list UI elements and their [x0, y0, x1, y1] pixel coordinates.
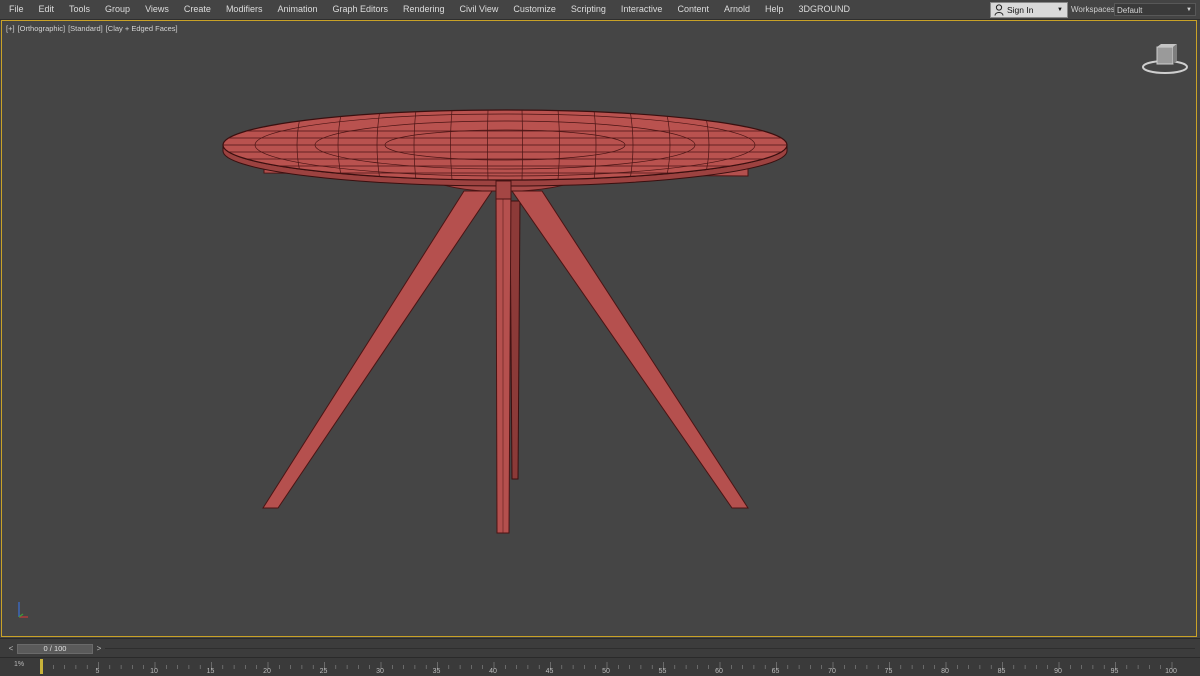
time-slider-track[interactable]: [105, 648, 1195, 649]
table-leg-left: [262, 190, 493, 509]
ruler-tick-label: 30: [376, 668, 384, 675]
time-slider: < 0 / 100 >: [0, 638, 1200, 657]
table-leg-right: [511, 190, 749, 509]
track-bar-ruler[interactable]: 5 10 15 20 25 30 35 40 45 50 55 60 65 70 75 80 85 90 95 100: [0, 658, 1200, 676]
menu-modifiers[interactable]: Modifiers: [218, 0, 270, 19]
ruler-tick-label: 65: [772, 668, 780, 675]
ruler-tick-label: 60: [715, 668, 723, 675]
menu-graph-editors[interactable]: Graph Editors: [325, 0, 396, 19]
menu-edit[interactable]: Edit: [31, 0, 62, 19]
ruler-tick-label: 70: [828, 668, 836, 675]
ruler-tick-label: 35: [433, 668, 441, 675]
menu-help[interactable]: Help: [758, 0, 792, 19]
workspace-value: Default: [1117, 6, 1143, 15]
ruler-tick-label: 100: [1165, 668, 1177, 675]
menu-tools[interactable]: Tools: [62, 0, 98, 19]
workspace-select[interactable]: Default ▼: [1114, 3, 1196, 16]
workspaces-label: Workspaces:: [1071, 5, 1118, 14]
chevron-down-icon: ▼: [1186, 7, 1192, 13]
ruler-tick-label: 5: [96, 668, 100, 675]
perspective-viewport[interactable]: [+] [Orthographic] [Standard] [Clay + Edged…: [1, 20, 1197, 637]
menu-group[interactable]: Group: [98, 0, 138, 19]
current-frame-indicator[interactable]: [40, 659, 43, 674]
time-slider-thumb[interactable]: 0 / 100: [17, 644, 93, 654]
table-leg-front: [495, 185, 512, 534]
ruler-tick-label: 50: [602, 668, 610, 675]
menu-scripting[interactable]: Scripting: [563, 0, 613, 19]
sign-in-button[interactable]: Sign In ▼: [990, 2, 1068, 18]
track-bar[interactable]: 5 10 15 20 25 30 35 40 45 50 55 60 65 70 75 80 85 90 95 100…: [0, 657, 1200, 676]
menu-interactive[interactable]: Interactive: [613, 0, 670, 19]
chevron-down-icon: ▼: [1057, 7, 1063, 13]
ruler-tick-label: 45: [546, 668, 554, 675]
menu-3dground[interactable]: 3DGROUND: [791, 0, 858, 19]
ruler-tick-label: 40: [489, 668, 497, 675]
menu-customize[interactable]: Customize: [506, 0, 564, 19]
user-icon: [994, 4, 1004, 16]
menu-content[interactable]: Content: [670, 0, 717, 19]
ruler-tick-label: 80: [941, 668, 949, 675]
menu-file[interactable]: File: [0, 0, 31, 19]
menu-civil-view[interactable]: Civil View: [452, 0, 506, 19]
menu-create[interactable]: Create: [176, 0, 218, 19]
menu-rendering[interactable]: Rendering: [396, 0, 453, 19]
menu-views[interactable]: Views: [138, 0, 177, 19]
table-leg-back: [509, 200, 521, 480]
ruler-tick-label: 15: [207, 668, 215, 675]
ruler-tick-label: 95: [1111, 668, 1119, 675]
time-slider-prev-button[interactable]: <: [6, 644, 16, 654]
ruler-tick-label: 90: [1054, 668, 1062, 675]
ruler-tick-label: 55: [659, 668, 667, 675]
ruler-tick-label: 25: [320, 668, 328, 675]
menu-animation[interactable]: Animation: [270, 0, 325, 19]
ruler-tick-label: 75: [885, 668, 893, 675]
ruler-tick-label: 20: [263, 668, 271, 675]
track-bar-corner-label: 1%: [14, 661, 25, 668]
menu-arnold[interactable]: Arnold: [716, 0, 757, 19]
viewcube-icon[interactable]: [1140, 43, 1190, 77]
sign-in-label: Sign In: [1007, 5, 1034, 15]
table-leg-cap: [495, 180, 512, 200]
menu-bar: File Edit Tools Group Views Create Modifiers An…: [0, 0, 1200, 20]
ruler-tick-label: 85: [998, 668, 1006, 675]
table-model[interactable]: [2, 21, 1198, 638]
time-slider-next-button[interactable]: >: [94, 644, 104, 654]
axis-tripod-icon: [18, 602, 28, 618]
ruler-tick-label: 10: [150, 668, 158, 675]
menu-items: File Edit Tools Group Views Create Modifiers An…: [0, 0, 858, 19]
